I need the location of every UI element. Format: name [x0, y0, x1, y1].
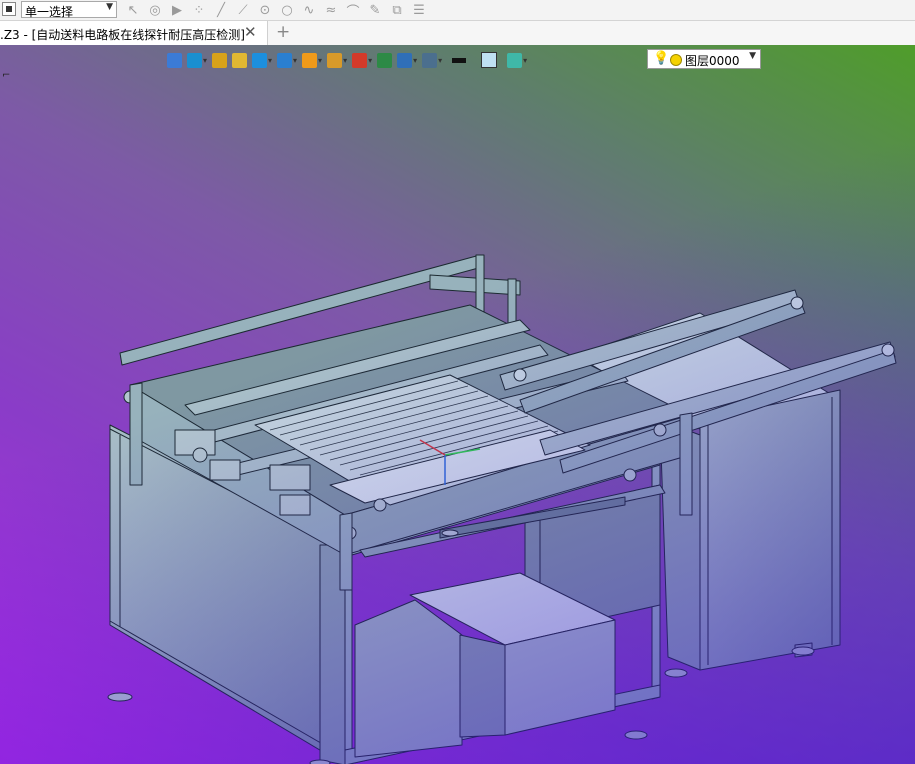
plane-icon — [507, 52, 523, 68]
render-icon — [302, 52, 318, 68]
orient-icon — [352, 52, 368, 68]
display-mode-button[interactable]: ▾ — [276, 50, 298, 70]
pointer-icon[interactable]: ↖ — [124, 1, 142, 19]
measure-icon — [397, 52, 413, 68]
grid-button[interactable] — [376, 50, 393, 70]
curve-icon[interactable]: ≈ — [322, 1, 340, 19]
layer-color-icon — [670, 54, 682, 66]
screen-icon — [422, 52, 438, 68]
zoom-icon — [327, 52, 343, 68]
chevron-down-icon[interactable]: ▾ — [343, 56, 347, 65]
arc-icon[interactable]: ⌒ — [344, 1, 362, 20]
open-view-icon — [167, 52, 182, 68]
pen-icon[interactable]: ✎ — [366, 1, 384, 19]
circle-icon[interactable]: ○ — [278, 1, 296, 19]
screen-button[interactable]: ▾ — [421, 50, 443, 70]
chevron-down-icon[interactable]: ▾ — [293, 56, 297, 65]
point-icon[interactable]: ⁘ — [190, 1, 208, 19]
sketch-button[interactable] — [211, 50, 228, 70]
zoom-button[interactable]: ▾ — [326, 50, 348, 70]
pick-filter-button[interactable]: ▾ — [186, 50, 208, 70]
lightbulb-icon: 💡 — [653, 51, 670, 66]
add-tab-icon[interactable]: + — [276, 22, 290, 42]
view-toolbar: ▾ ▾ ▾ ▾ ▾ ▾ ▾ ▾ ▾ — [166, 49, 528, 71]
shade-icon — [232, 52, 248, 68]
play-icon[interactable]: ▶ — [168, 1, 186, 19]
cube-view-button[interactable]: ▾ — [251, 50, 273, 70]
line-color-swatch[interactable] — [452, 57, 467, 63]
select-mode-button[interactable] — [2, 2, 16, 16]
cube-view-icon — [252, 52, 268, 68]
fill-color-swatch[interactable] — [481, 52, 498, 68]
close-icon[interactable]: ✕ — [244, 23, 257, 41]
chevron-down-icon: ▼ — [106, 2, 113, 12]
chevron-down-icon[interactable]: ▾ — [413, 56, 417, 65]
cursor-icon: ⌐ — [2, 70, 11, 81]
plane-button[interactable]: ▾ — [506, 50, 528, 70]
stack-icon[interactable]: ☰ — [410, 1, 428, 19]
chevron-down-icon[interactable]: ▾ — [523, 56, 527, 65]
tab-title: .Z3 - [自动送料电路板在线探针耐压高压检测] — [0, 28, 245, 42]
chevron-down-icon: ▼ — [749, 51, 756, 61]
display-mode-icon — [277, 52, 293, 68]
selection-mode-dropdown[interactable]: 单一选择 ▼ — [21, 1, 117, 19]
layer-dropdown[interactable]: 💡 图层0000 ▼ — [647, 49, 761, 69]
shade-button[interactable] — [231, 50, 248, 70]
3d-viewport[interactable]: ⌐ ▾ ▾ ▾ ▾ ▾ ▾ ▾ ▾ ▾ 💡 图层0000 ▼ — [0, 45, 915, 764]
chevron-down-icon[interactable]: ▾ — [368, 56, 372, 65]
layer-name: 图层0000 — [685, 54, 740, 68]
line-icon[interactable]: ╱ — [212, 1, 230, 19]
polyline-icon[interactable]: ⟋ — [234, 1, 252, 19]
chevron-down-icon[interactable]: ▾ — [268, 56, 272, 65]
document-tabbar: .Z3 - [自动送料电路板在线探针耐压高压检测] ✕ + — [0, 21, 915, 46]
tab-document[interactable]: .Z3 - [自动送料电路板在线探针耐压高压检测] ✕ — [0, 21, 268, 46]
layers-icon[interactable]: ⧉ — [388, 1, 406, 19]
orient-button[interactable]: ▾ — [351, 50, 373, 70]
main-toolbar: 单一选择 ▼ ↖ ◎ ▶ ⁘ ╱ ⟋ ⊙ ○ ∿ ≈ ⌒ ✎ ⧉ ☰ — [0, 0, 915, 21]
grid-icon — [377, 52, 393, 68]
sketch-icon — [212, 52, 228, 68]
lasso-icon[interactable]: ◎ — [146, 1, 164, 19]
open-view-button[interactable] — [166, 50, 183, 70]
measure-button[interactable]: ▾ — [396, 50, 418, 70]
chevron-down-icon[interactable]: ▾ — [438, 56, 442, 65]
pick-filter-icon — [187, 52, 202, 68]
selection-mode-value: 单一选择 — [25, 5, 74, 19]
sketch-tools: ↖ ◎ ▶ ⁘ ╱ ⟋ ⊙ ○ ∿ ≈ ⌒ ✎ ⧉ ☰ — [124, 1, 428, 20]
chevron-down-icon[interactable]: ▾ — [203, 56, 207, 65]
chevron-down-icon[interactable]: ▾ — [318, 56, 322, 65]
circle-center-icon[interactable]: ⊙ — [256, 1, 274, 19]
spline-icon[interactable]: ∿ — [300, 1, 318, 19]
render-button[interactable]: ▾ — [301, 50, 323, 70]
machine-model — [107, 254, 897, 764]
